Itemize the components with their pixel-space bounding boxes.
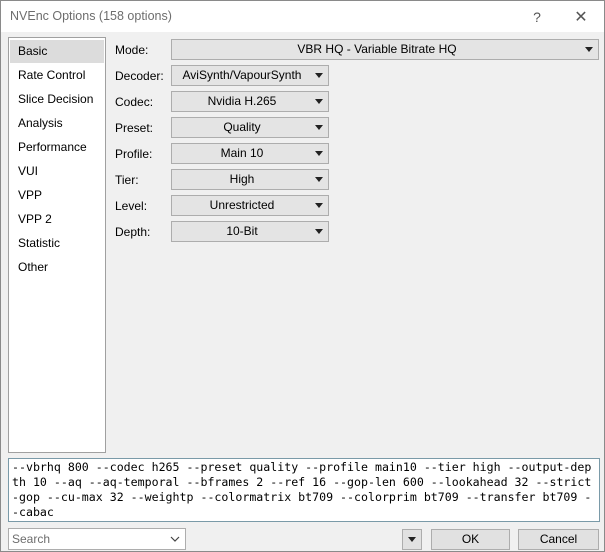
sidebar-item-vpp[interactable]: VPP — [10, 184, 104, 207]
sidebar-item-performance[interactable]: Performance — [10, 136, 104, 159]
profile-label: Profile: — [115, 147, 153, 161]
sidebar-item-analysis[interactable]: Analysis — [10, 112, 104, 135]
preset-label: Preset: — [115, 121, 154, 135]
depth-label: Depth: — [115, 225, 151, 239]
menu-dropdown-button[interactable] — [402, 529, 422, 550]
close-icon: ✕ — [574, 8, 588, 26]
mode-select[interactable]: VBR HQ - Variable Bitrate HQ — [171, 39, 599, 60]
mode-label: Mode: — [115, 43, 149, 57]
decoder-value: AviSynth/VapourSynth — [182, 68, 302, 82]
tier-select[interactable]: High — [171, 169, 329, 190]
options-category-list: Basic Rate Control Slice Decision Analys… — [8, 37, 106, 453]
chevron-down-icon — [315, 177, 323, 182]
decoder-label: Decoder: — [115, 69, 164, 83]
sidebar-item-vui[interactable]: VUI — [10, 160, 104, 183]
preset-select[interactable]: Quality — [171, 117, 329, 138]
sidebar-item-rate-control[interactable]: Rate Control — [10, 64, 104, 87]
preset-value: Quality — [223, 120, 261, 134]
sidebar-item-statistic[interactable]: Statistic — [10, 232, 104, 255]
sidebar-item-slice-decision[interactable]: Slice Decision — [10, 88, 104, 111]
codec-value: Nvidia H.265 — [207, 94, 277, 108]
chevron-down-icon — [315, 99, 323, 104]
tier-value: High — [229, 172, 255, 186]
chevron-down-icon — [585, 47, 593, 52]
window-title: NVEnc Options (158 options) — [10, 9, 172, 23]
ok-button[interactable]: OK — [431, 529, 510, 550]
sidebar-item-basic[interactable]: Basic — [10, 40, 104, 63]
level-label: Level: — [115, 199, 148, 213]
decoder-select[interactable]: AviSynth/VapourSynth — [171, 65, 329, 86]
chevron-down-icon — [315, 203, 323, 208]
depth-select[interactable]: 10-Bit — [171, 221, 329, 242]
chevron-down-icon — [315, 151, 323, 156]
title-bar: NVEnc Options (158 options) ? ✕ — [1, 1, 604, 32]
search-input[interactable] — [9, 529, 169, 549]
chevron-down-icon[interactable] — [169, 532, 181, 546]
sidebar-item-vpp-2[interactable]: VPP 2 — [10, 208, 104, 231]
profile-value: Main 10 — [220, 146, 264, 160]
profile-select[interactable]: Main 10 — [171, 143, 329, 164]
tier-label: Tier: — [115, 173, 139, 187]
cancel-button[interactable]: Cancel — [518, 529, 599, 550]
help-button[interactable]: ? — [515, 1, 559, 32]
chevron-down-icon — [315, 125, 323, 130]
chevron-down-icon — [315, 229, 323, 234]
chevron-down-icon — [315, 73, 323, 78]
depth-value: 10-Bit — [226, 224, 258, 238]
close-button[interactable]: ✕ — [559, 1, 603, 32]
level-value: Unrestricted — [209, 198, 275, 212]
codec-select[interactable]: Nvidia H.265 — [171, 91, 329, 112]
level-select[interactable]: Unrestricted — [171, 195, 329, 216]
search-combobox[interactable] — [8, 528, 186, 550]
mode-value: VBR HQ - Variable Bitrate HQ — [297, 42, 457, 56]
nvenc-options-dialog: NVEnc Options (158 options) ? ✕ Basic Ra… — [0, 0, 605, 552]
sidebar-item-other[interactable]: Other — [10, 256, 104, 279]
codec-label: Codec: — [115, 95, 154, 109]
command-line-textbox[interactable]: --vbrhq 800 --codec h265 --preset qualit… — [8, 458, 600, 522]
chevron-down-icon — [408, 537, 416, 542]
help-icon: ? — [533, 8, 541, 25]
